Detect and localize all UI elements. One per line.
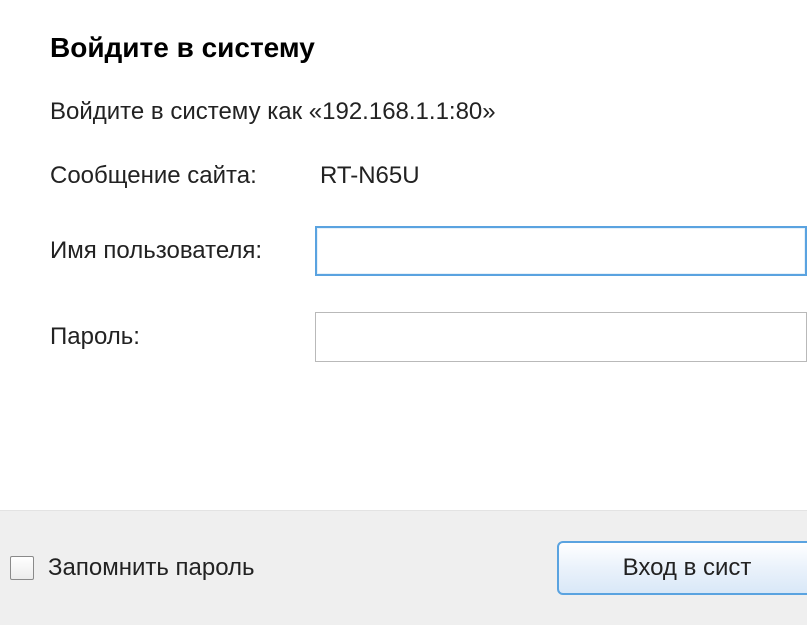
- password-label: Пароль:: [50, 323, 315, 351]
- username-row: Имя пользователя:: [50, 226, 807, 276]
- password-input[interactable]: [315, 312, 807, 362]
- site-message-value: RT-N65U: [320, 162, 420, 190]
- password-row: Пароль:: [50, 312, 807, 362]
- remember-password-wrap[interactable]: Запомнить пароль: [10, 554, 255, 582]
- site-message-label: Сообщение сайта:: [50, 162, 320, 190]
- dialog-subheading: Войдите в систему как «192.168.1.1:80»: [50, 98, 807, 126]
- remember-password-label: Запомнить пароль: [48, 554, 255, 582]
- dialog-heading: Войдите в систему: [50, 32, 807, 64]
- remember-password-checkbox[interactable]: [10, 556, 34, 580]
- login-button[interactable]: Вход в сист: [557, 541, 807, 595]
- username-label: Имя пользователя:: [50, 237, 315, 265]
- username-input[interactable]: [315, 226, 807, 276]
- site-message-row: Сообщение сайта: RT-N65U: [50, 162, 807, 190]
- login-dialog-body: Войдите в систему Войдите в систему как …: [0, 0, 807, 362]
- dialog-footer: Запомнить пароль Вход в сист: [0, 510, 807, 625]
